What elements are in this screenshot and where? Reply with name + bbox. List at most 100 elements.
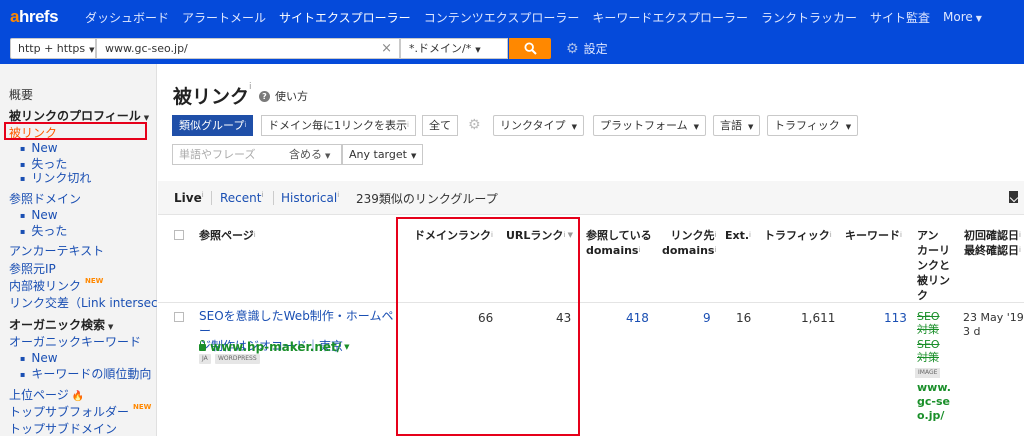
- tab-recent[interactable]: Recenti: [220, 191, 263, 205]
- nav-keywords-explorer[interactable]: キーワードエクスプローラー: [592, 9, 748, 26]
- page-title: 被リンクi: [173, 82, 252, 108]
- lock-icon: [199, 339, 206, 351]
- language-tag: JA: [199, 354, 211, 364]
- nav-rank-tracker[interactable]: ランクトラッカー: [761, 9, 857, 26]
- info-icon[interactable]: i: [249, 82, 252, 92]
- sidebar-item-organic-keywords[interactable]: オーガニックキーワード: [9, 333, 141, 350]
- platform-tag: WORDPRESS: [215, 354, 260, 364]
- ahrefs-logo[interactable]: ahrefs: [10, 7, 72, 27]
- chevron-down-icon: ▼: [748, 123, 754, 131]
- sidebar-item-backlinks-new[interactable]: New: [20, 141, 57, 155]
- sidebar-item-domains-lost[interactable]: 失った: [20, 222, 67, 239]
- nav-alerts[interactable]: アラートメール: [182, 9, 266, 26]
- chevron-down-icon: ▼: [975, 14, 982, 23]
- protocol-select[interactable]: http + https ▼: [10, 38, 96, 59]
- chevron-down-icon: ▼: [108, 323, 114, 331]
- anchor-text: 対策: [917, 351, 939, 364]
- header-external-links[interactable]: Ext.i: [725, 228, 751, 243]
- tab-divider: [211, 191, 212, 205]
- row-checkbox[interactable]: [174, 312, 184, 322]
- new-badge: NEW: [85, 277, 104, 285]
- seg-similar-groups[interactable]: 類似グループi: [172, 115, 254, 136]
- search-icon: [524, 42, 537, 55]
- chevron-down-icon: ▼: [410, 152, 417, 160]
- gear-icon[interactable]: ⚙: [468, 117, 481, 133]
- header-anchor-and-backlink[interactable]: アン カーリ ンクと 被リンク: [917, 228, 950, 303]
- nav-more[interactable]: More ▼: [943, 10, 982, 24]
- sidebar-item-internal-backlinks[interactable]: 内部被リンク NEW: [9, 277, 103, 294]
- platform-dropdown[interactable]: プラットフォーム ▼: [593, 115, 707, 136]
- group-count: 239類似のリンクグループ: [356, 192, 498, 206]
- language-dropdown[interactable]: 言語 ▼: [713, 115, 761, 136]
- top-navigation: ahrefs ダッシュボード アラートメール サイトエクスプローラー コンテンツ…: [0, 0, 1024, 34]
- cell-external-links: 16: [736, 311, 752, 325]
- sidebar-item-top-subdomains[interactable]: トップサブドメイン: [9, 420, 117, 436]
- sidebar-item-referring-domains[interactable]: 参照ドメイン: [9, 190, 81, 207]
- header-divider: [158, 302, 1024, 303]
- select-all-checkbox[interactable]: [174, 230, 184, 240]
- chevron-down-icon: ▼: [693, 123, 700, 131]
- target-select[interactable]: Any target ▼: [342, 144, 423, 165]
- header-linked-domains[interactable]: リンク先i domainsi: [662, 228, 716, 258]
- sidebar-item-domains-new[interactable]: New: [20, 208, 57, 222]
- tabs-row: Livei Recenti Historicali: [158, 181, 1024, 215]
- sidebar-item-top-subfolders[interactable]: トップサブフォルダー NEW: [9, 403, 151, 420]
- sidebar-item-anchors[interactable]: アンカーテキスト: [9, 242, 104, 259]
- cell-first-last-seen: 23 May '19 3 d: [963, 311, 1024, 338]
- header-referring-domains[interactable]: 参照している domainsi: [586, 228, 652, 258]
- highlight-box-sidebar: [4, 122, 147, 140]
- gear-icon: ⚙: [566, 40, 579, 57]
- header-traffic[interactable]: トラフィックi: [764, 228, 832, 243]
- contains-select[interactable]: 含める ▼: [289, 145, 330, 166]
- nav-site-explorer[interactable]: サイトエクスプローラー: [279, 9, 411, 26]
- search-button[interactable]: [509, 38, 551, 59]
- seg-one-link-per-domain[interactable]: ドメイン毎に1リンクを表示i: [261, 115, 416, 136]
- seg-all[interactable]: 全て: [422, 115, 458, 136]
- anchor-text: 対策: [917, 323, 939, 336]
- nav-site-audit[interactable]: サイト監査: [870, 9, 930, 26]
- header-first-last-seen[interactable]: 初回確認日i 最終確認日i: [964, 228, 1021, 258]
- image-tag: IMAGE: [915, 368, 941, 378]
- sidebar-overview[interactable]: 概要: [9, 86, 33, 103]
- how-to-link[interactable]: ? 使い方: [259, 88, 308, 104]
- anchor-target-link[interactable]: www.gc-seo.jp/: [917, 381, 957, 423]
- nav-dashboard[interactable]: ダッシュボード: [85, 9, 169, 26]
- sidebar-item-link-intersect[interactable]: リンク交差（Link intersect）: [9, 294, 174, 311]
- mode-select[interactable]: *.ドメイン/* ▼: [400, 38, 508, 59]
- sidebar-item-keyword-movements[interactable]: キーワードの順位動向: [20, 365, 151, 382]
- sidebar-item-broken-backlinks[interactable]: リンク切れ: [20, 169, 91, 186]
- settings-button[interactable]: ⚙ 設定: [566, 40, 608, 57]
- chevron-down-icon: ▼: [143, 114, 150, 122]
- chevron-down-icon: ▼: [475, 46, 481, 54]
- nav-content-explorer[interactable]: コンテンツエクスプローラー: [424, 9, 580, 26]
- cell-traffic: 1,611: [801, 311, 836, 325]
- sidebar-item-top-pages[interactable]: 上位ページ 🔥: [9, 386, 84, 403]
- row-page-url-link[interactable]: www.hp-maker.net/▼: [199, 339, 350, 354]
- chevron-down-icon: ▼: [571, 123, 577, 131]
- anchor-text: SEO: [917, 310, 940, 323]
- url-input[interactable]: www.gc-seo.jp/×: [96, 38, 400, 59]
- tab-divider: [273, 191, 274, 205]
- sidebar-item-referring-ips[interactable]: 参照元IP: [9, 260, 56, 277]
- header-referring-page[interactable]: 参照ページi: [199, 228, 256, 243]
- chevron-down-icon: ▼: [344, 343, 350, 351]
- chevron-down-icon: ▼: [325, 152, 331, 160]
- fire-icon: 🔥: [71, 391, 85, 402]
- clear-icon[interactable]: ×: [381, 39, 392, 58]
- traffic-dropdown[interactable]: トラフィック ▼: [767, 115, 859, 136]
- cell-linked-domains[interactable]: 9: [703, 311, 711, 325]
- filter-input[interactable]: 単語やフレーズ 含める ▼: [172, 144, 342, 165]
- link-type-dropdown[interactable]: リンクタイプ ▼: [493, 115, 584, 136]
- cell-keywords[interactable]: 113: [884, 311, 907, 325]
- new-badge: NEW: [133, 403, 152, 411]
- header-keywords[interactable]: キーワードi: [845, 228, 902, 243]
- chevron-down-icon: ▼: [89, 46, 95, 54]
- sidebar-item-keywords-new[interactable]: New: [20, 351, 57, 365]
- tab-historical[interactable]: Historicali: [281, 191, 339, 205]
- cell-referring-domains[interactable]: 418: [626, 311, 649, 325]
- anchor-text: SEO: [917, 338, 940, 351]
- tab-live[interactable]: Livei: [174, 191, 204, 205]
- export-icon[interactable]: [1009, 191, 1018, 203]
- help-icon: ?: [259, 90, 270, 102]
- sidebar-organic-search[interactable]: オーガニック検索 ▼: [9, 316, 113, 333]
